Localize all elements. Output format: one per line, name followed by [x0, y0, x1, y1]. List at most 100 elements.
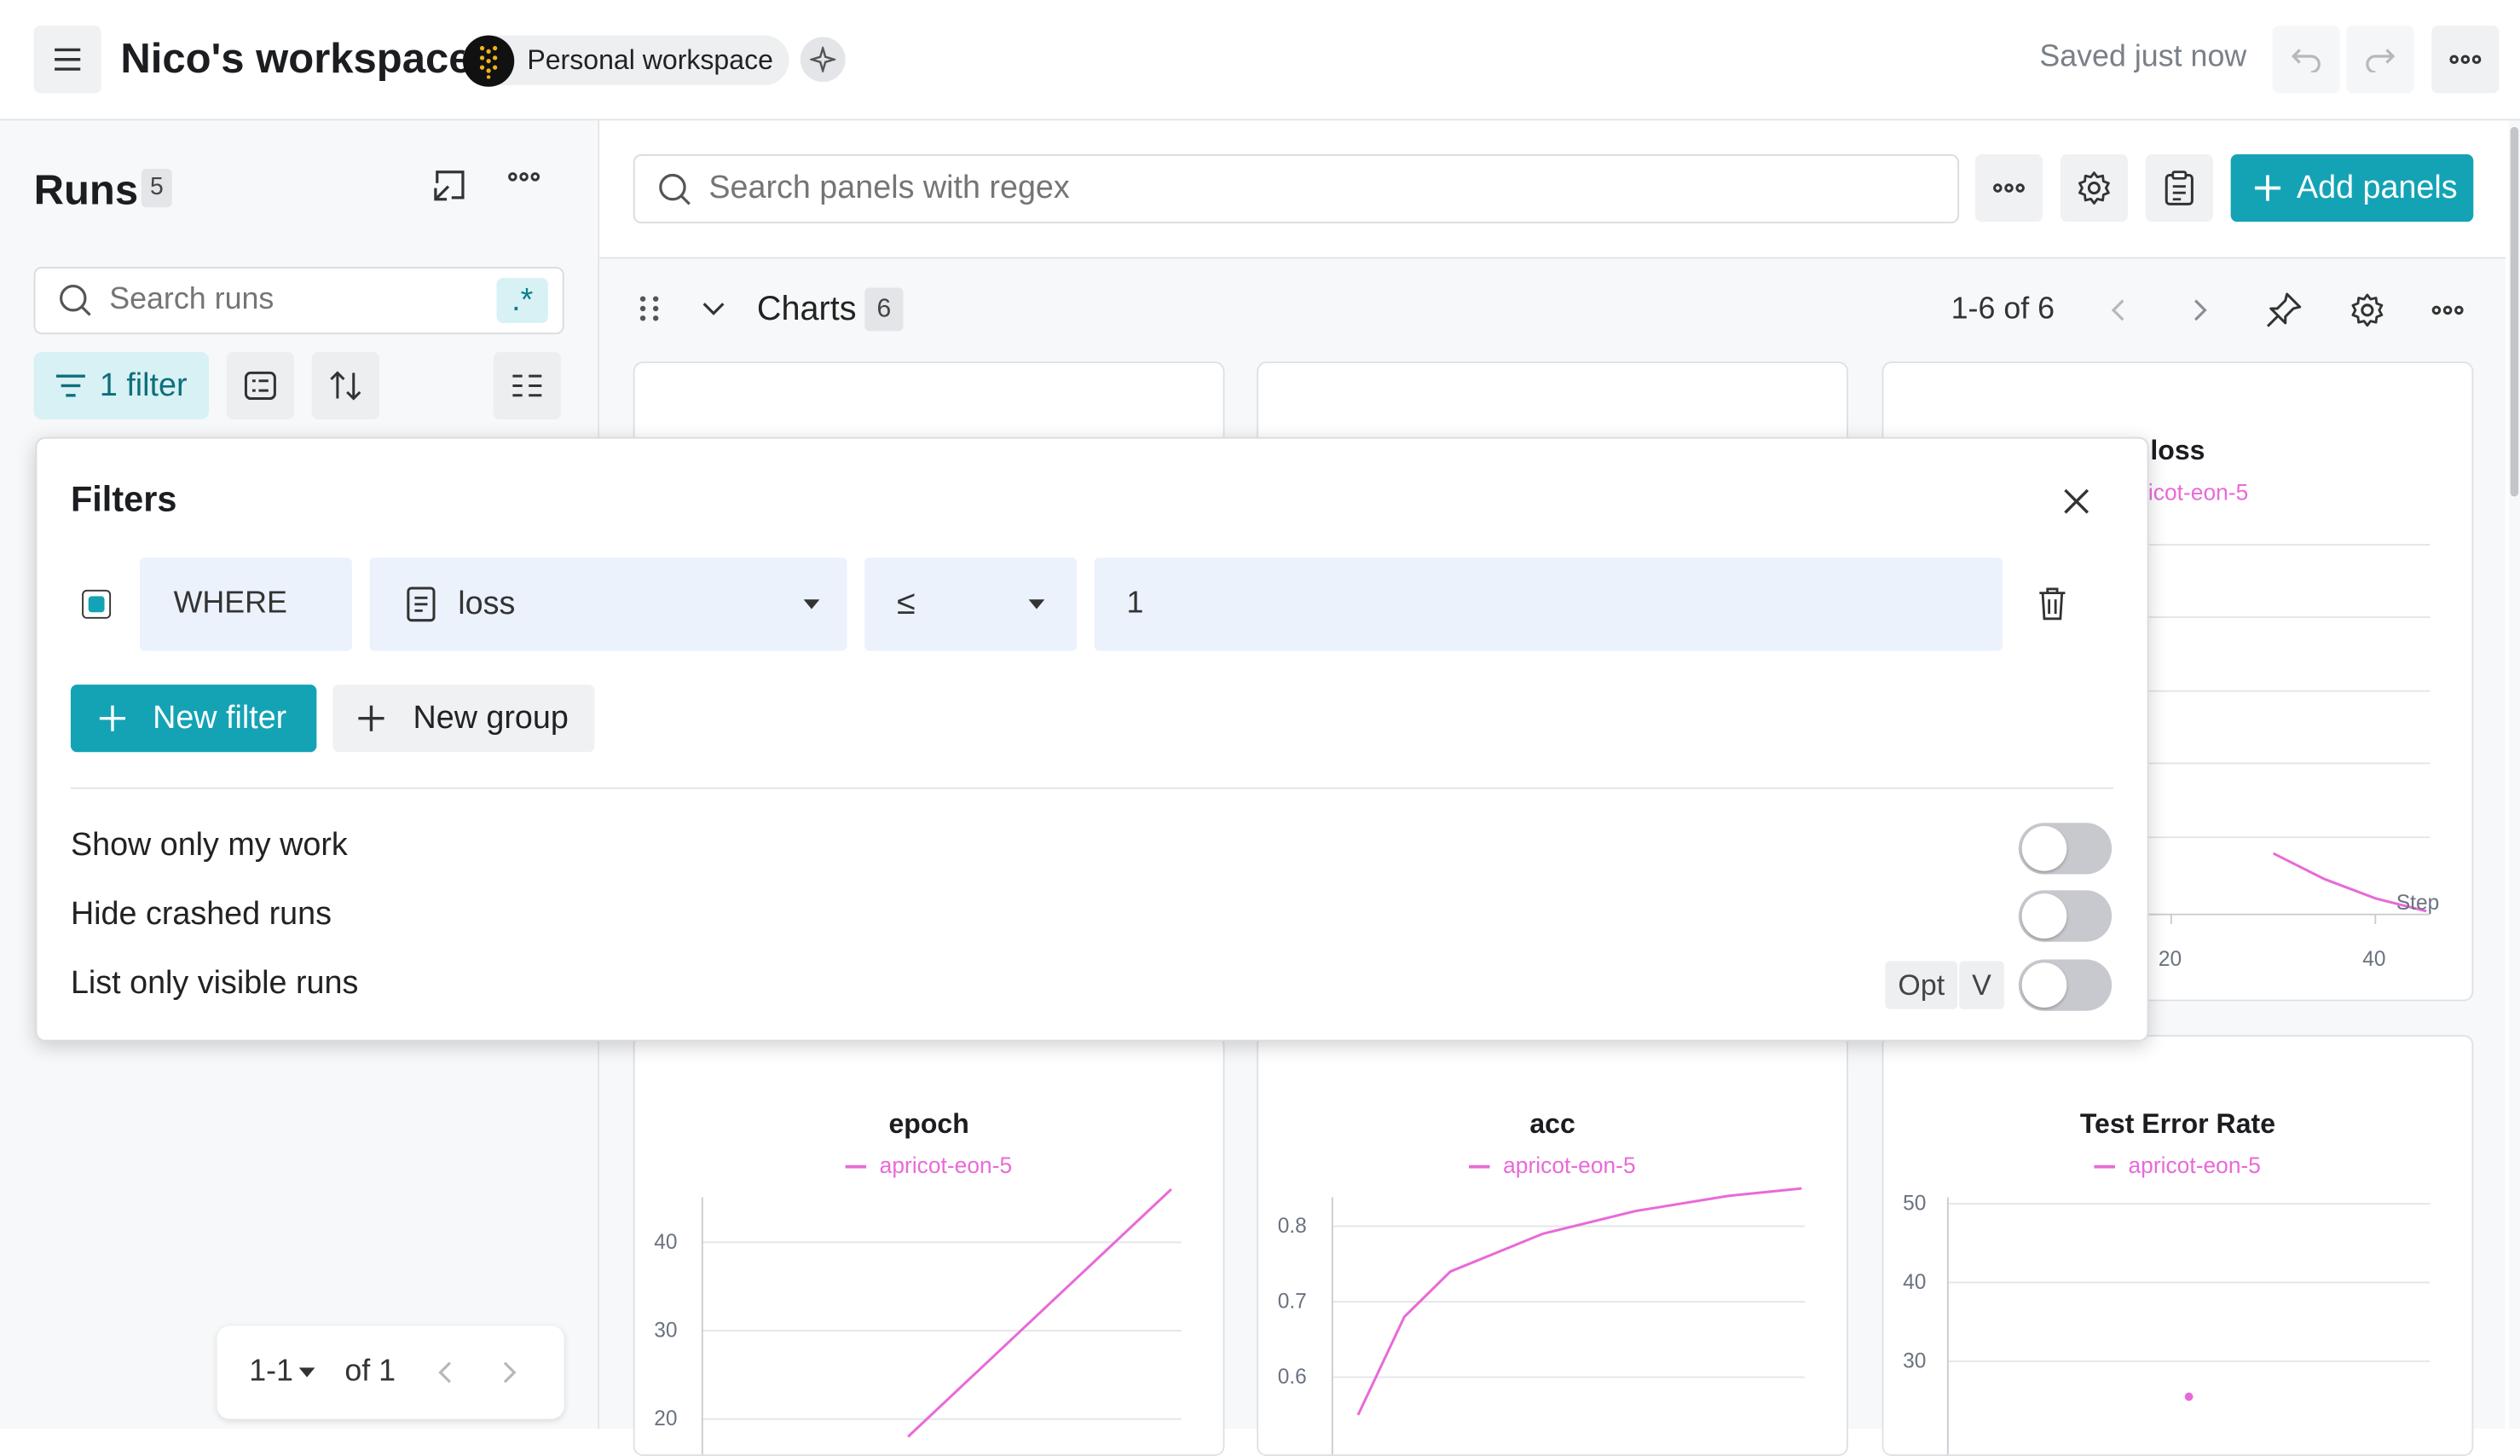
add-panels-label: Add panels: [2296, 169, 2458, 205]
page-scrollbar[interactable]: [2508, 120, 2520, 1429]
chart-panel-test-error[interactable]: Test Error Rate apricot-eon-5 50 40 30: [1881, 1035, 2474, 1456]
section-settings-button[interactable]: [2349, 292, 2384, 327]
shortcut-key: V: [1959, 961, 2004, 1009]
close-icon: [2062, 487, 2091, 516]
new-filter-button[interactable]: New filter: [70, 685, 317, 753]
filters-popover: Filters WHERE loss ≤ 1 New filter New gr…: [35, 436, 2149, 1042]
chevron-down-icon: [701, 301, 726, 317]
chevron-left-icon[interactable]: [437, 1360, 454, 1385]
y-tick-label: 0.8: [1277, 1213, 1307, 1238]
sparkle-button[interactable]: [800, 37, 846, 83]
epoch-plot: [701, 1187, 1182, 1455]
panel-search-input[interactable]: [705, 168, 1837, 210]
runs-search-input[interactable]: [106, 280, 466, 321]
caret-down-icon[interactable]: [299, 1367, 316, 1378]
plus-icon: [2253, 174, 2282, 203]
workspace-avatar: [462, 34, 515, 86]
report-button[interactable]: [2145, 153, 2213, 222]
runs-pagination: 1-1 of 1: [217, 1326, 564, 1419]
chevron-right-icon: [2192, 298, 2208, 323]
panels-settings-button[interactable]: [2060, 153, 2129, 222]
test-error-plot: [1946, 1197, 2430, 1455]
pin-section-button[interactable]: [2264, 291, 2303, 329]
filter-rule-checkbox[interactable]: [82, 589, 112, 619]
filters-divider: [70, 787, 2114, 789]
filter-value-input[interactable]: 1: [1094, 558, 2003, 651]
filter-where-label: WHERE: [140, 558, 352, 651]
group-button[interactable]: [493, 351, 561, 420]
workspace-badge-label: Personal workspace: [527, 43, 773, 75]
chart-panel-acc[interactable]: acc apricot-eon-5 0.8 0.7 0.6: [1257, 1035, 1848, 1456]
redo-button[interactable]: [2346, 26, 2414, 94]
show-only-my-work-toggle[interactable]: [2018, 823, 2113, 875]
y-tick-label: 30: [654, 1317, 678, 1343]
regex-toggle[interactable]: .*: [496, 278, 548, 323]
more-horizontal-icon: [508, 172, 550, 182]
y-tick-label: 40: [654, 1229, 678, 1254]
toggle-knob: [2021, 825, 2067, 871]
export-runs-button[interactable]: [431, 165, 476, 211]
toggle-label: Show only my work: [70, 827, 348, 864]
toggle-label: List only visible runs: [70, 966, 359, 1002]
collapse-section-button[interactable]: [701, 301, 726, 317]
list-view-icon: [511, 373, 543, 398]
hide-crashed-runs-toggle[interactable]: [2018, 890, 2113, 942]
section-next-button[interactable]: [2192, 298, 2208, 323]
checkbox-fill: [88, 596, 105, 613]
add-panels-button[interactable]: Add panels: [2230, 153, 2474, 222]
shortcut-key: Opt: [1885, 961, 1958, 1009]
sort-icon: [328, 370, 363, 402]
delete-filter-button[interactable]: [2037, 586, 2066, 621]
y-tick-label: 40: [1903, 1269, 1927, 1294]
section-more-button[interactable]: [2431, 305, 2464, 315]
x-tick-label: 20: [2158, 946, 2182, 971]
toggle-knob: [2021, 893, 2067, 939]
filter-button[interactable]: 1 filter: [33, 351, 210, 420]
sparkle-icon: [810, 46, 836, 72]
caret-down-icon: [1028, 599, 1045, 610]
filter-icon: [55, 373, 87, 398]
section-prev-button[interactable]: [2110, 298, 2126, 323]
caret-down-icon: [803, 599, 820, 610]
filter-field-value: loss: [458, 586, 516, 621]
filter-button-label: 1 filter: [99, 367, 188, 403]
filter-operator-value: ≤: [896, 585, 916, 622]
close-filters-button[interactable]: [2062, 487, 2091, 516]
runs-count-badge: 5: [141, 168, 172, 208]
filter-field-select[interactable]: loss: [369, 558, 847, 651]
scrollbar-thumb[interactable]: [2510, 126, 2519, 497]
pin-icon: [2264, 291, 2303, 329]
more-horizontal-icon: [1993, 183, 2026, 193]
sort-button[interactable]: [311, 351, 379, 420]
chart-panel-epoch[interactable]: epoch apricot-eon-5 40 30 20: [633, 1035, 1225, 1456]
columns-button[interactable]: [226, 351, 294, 420]
workspace-title[interactable]: Nico's workspace: [120, 34, 471, 84]
more-options-button[interactable]: [2431, 26, 2500, 94]
list-only-visible-runs-toggle[interactable]: [2018, 959, 2113, 1011]
chevron-right-icon[interactable]: [502, 1360, 518, 1385]
gear-icon: [2349, 292, 2384, 327]
runs-page-total: of 1: [344, 1355, 396, 1389]
runs-search-box[interactable]: .*: [33, 266, 564, 335]
drag-handle-icon: [638, 294, 660, 323]
panel-search-box[interactable]: [633, 153, 1960, 224]
plus-icon: [357, 704, 386, 733]
section-title[interactable]: Charts: [757, 291, 857, 329]
menu-button[interactable]: [33, 26, 101, 94]
chevron-left-icon: [2110, 298, 2126, 323]
new-filter-label: New filter: [153, 700, 287, 736]
undo-button[interactable]: [2272, 26, 2340, 94]
new-group-button[interactable]: New group: [332, 685, 595, 753]
drag-handle[interactable]: [638, 294, 660, 323]
workspace-badge[interactable]: Personal workspace: [462, 34, 789, 86]
runs-page-range[interactable]: 1-1: [249, 1355, 293, 1390]
clipboard-icon: [2163, 170, 2195, 205]
document-icon: [405, 586, 437, 622]
hamburger-icon: [53, 48, 82, 71]
redo-icon: [2364, 47, 2396, 72]
panels-more-button[interactable]: [1974, 153, 2043, 222]
runs-more-button[interactable]: [508, 172, 550, 205]
acc-plot: [1331, 1187, 1806, 1455]
filter-operator-select[interactable]: ≤: [864, 558, 1078, 651]
data-point: [2184, 1392, 2193, 1401]
